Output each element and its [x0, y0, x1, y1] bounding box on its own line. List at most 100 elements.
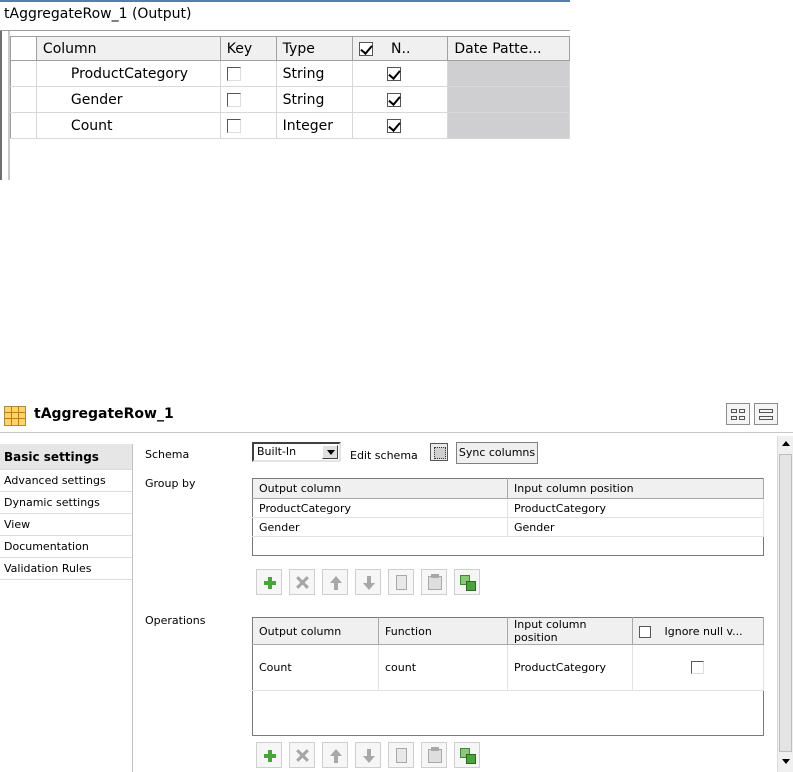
sync-columns-button[interactable]: Sync columns [456, 442, 538, 464]
key-checkbox[interactable] [226, 118, 241, 133]
type-cell[interactable]: String [276, 60, 353, 87]
tab-validation-rules[interactable]: Validation Rules [0, 558, 132, 580]
divider [0, 30, 570, 31]
column-header-output-column[interactable]: Output column [252, 478, 508, 499]
move-down-icon[interactable] [355, 742, 381, 768]
nullable-checkbox[interactable] [386, 92, 401, 107]
row-gutter [10, 112, 37, 139]
ignore-null-checkbox[interactable] [691, 661, 704, 674]
component-title: tAggregateRow_1 [34, 406, 174, 422]
panel-top-border [0, 0, 570, 2]
type-cell[interactable]: String [276, 86, 353, 113]
nullable-cell[interactable] [352, 60, 449, 87]
schema-select[interactable]: Built-In [252, 442, 341, 462]
column-header-column[interactable]: Column [35, 36, 221, 61]
tab-view[interactable]: View [0, 514, 132, 536]
nullable-header-label: N.. [391, 40, 411, 57]
column-header-input-column-position[interactable]: Input column position [507, 478, 764, 499]
table-row[interactable]: Count Integer [10, 112, 570, 139]
vertical-scrollbar[interactable] [777, 436, 793, 772]
tab-advanced-settings[interactable]: Advanced settings [0, 470, 132, 492]
divider [0, 31, 2, 180]
tab-dynamic-settings[interactable]: Dynamic settings [0, 492, 132, 514]
scrollbar-thumb[interactable] [779, 454, 792, 752]
paste-icon[interactable] [421, 569, 447, 595]
column-header-nullable[interactable]: N.. [351, 36, 449, 61]
key-checkbox[interactable] [226, 92, 241, 107]
nullable-cell[interactable] [352, 86, 449, 113]
add-icon[interactable] [256, 742, 282, 768]
duplicate-icon[interactable] [454, 742, 480, 768]
schema-select-value: Built-In [257, 445, 297, 458]
grid-icon [4, 406, 26, 426]
schema-panel-title: tAggregateRow_1 (Output) [4, 6, 192, 22]
group-by-label: Group by [145, 477, 196, 490]
row-gutter [10, 86, 37, 113]
nullable-checkbox[interactable] [386, 118, 401, 133]
schema-table: Column Key Type N.. Date Patte... Produc… [10, 36, 570, 139]
table-row[interactable]: Gender Gender [252, 517, 764, 537]
column-header-key[interactable]: Key [219, 36, 277, 61]
remove-icon[interactable] [289, 742, 315, 768]
scroll-up-icon[interactable] [778, 436, 793, 452]
tile-view-icon[interactable] [726, 403, 750, 425]
type-cell[interactable]: Integer [276, 112, 353, 139]
ignore-null-cell[interactable] [632, 644, 764, 691]
schema-label: Schema [145, 448, 190, 461]
scroll-down-icon[interactable] [778, 754, 793, 770]
tab-documentation[interactable]: Documentation [0, 536, 132, 558]
row-gutter [10, 60, 37, 87]
duplicate-icon[interactable] [454, 569, 480, 595]
output-column-cell[interactable]: Count [252, 644, 379, 691]
column-name-cell[interactable]: ProductCategory [36, 60, 221, 87]
group-by-toolbar [256, 569, 496, 595]
nullable-cell[interactable] [352, 112, 449, 139]
table-row[interactable]: ProductCategory ProductCategory [252, 498, 764, 518]
column-name-cell[interactable]: Gender [36, 86, 221, 113]
table-row[interactable]: ProductCategory String [10, 60, 570, 87]
column-header-ignore-null[interactable]: Ignore null v... [632, 617, 764, 645]
row-header-gutter [10, 36, 37, 61]
nullable-select-all-checkbox[interactable] [358, 41, 373, 56]
schema-output-panel: tAggregateRow_1 (Output) Column Key Type… [0, 0, 570, 180]
copy-icon[interactable] [388, 742, 414, 768]
input-column-cell[interactable]: ProductCategory [507, 498, 764, 518]
date-pattern-cell [447, 86, 570, 113]
move-down-icon[interactable] [355, 569, 381, 595]
function-cell[interactable]: count [378, 644, 508, 691]
ignore-null-select-all-checkbox[interactable] [639, 625, 651, 638]
edit-schema-button[interactable] [430, 443, 448, 461]
column-header-type[interactable]: Type [275, 36, 353, 61]
table-row[interactable]: Gender String [10, 86, 570, 113]
column-name-cell[interactable]: Count [36, 112, 221, 139]
ignore-null-header-label: Ignore null v... [664, 624, 743, 638]
settings-tabs: Basic settings Advanced settings Dynamic… [0, 444, 133, 772]
table-row[interactable]: Count count ProductCategory [252, 644, 764, 691]
key-cell[interactable] [220, 112, 277, 139]
remove-icon[interactable] [289, 569, 315, 595]
move-up-icon[interactable] [322, 569, 348, 595]
add-icon[interactable] [256, 569, 282, 595]
chevron-down-icon[interactable] [322, 445, 338, 459]
column-header-date-pattern[interactable]: Date Patte... [447, 36, 570, 61]
output-column-cell[interactable]: ProductCategory [252, 498, 508, 518]
stack-view-icon[interactable] [754, 403, 778, 425]
move-up-icon[interactable] [322, 742, 348, 768]
column-header-function[interactable]: Function [378, 617, 508, 645]
output-column-cell[interactable]: Gender [252, 517, 508, 537]
divider [0, 432, 793, 433]
nullable-checkbox[interactable] [386, 66, 401, 81]
key-cell[interactable] [220, 60, 277, 87]
key-cell[interactable] [220, 86, 277, 113]
key-checkbox[interactable] [226, 66, 241, 81]
operations-toolbar [256, 742, 496, 768]
tab-basic-settings[interactable]: Basic settings [0, 444, 132, 470]
column-header-input-column-position[interactable]: Input column position [507, 617, 633, 645]
operations-table: Output column Function Input column posi… [252, 617, 764, 736]
paste-icon[interactable] [421, 742, 447, 768]
input-column-cell[interactable]: Gender [507, 517, 764, 537]
input-column-cell[interactable]: ProductCategory [507, 644, 633, 691]
copy-icon[interactable] [388, 569, 414, 595]
column-header-output-column[interactable]: Output column [252, 617, 379, 645]
date-pattern-cell [447, 112, 570, 139]
